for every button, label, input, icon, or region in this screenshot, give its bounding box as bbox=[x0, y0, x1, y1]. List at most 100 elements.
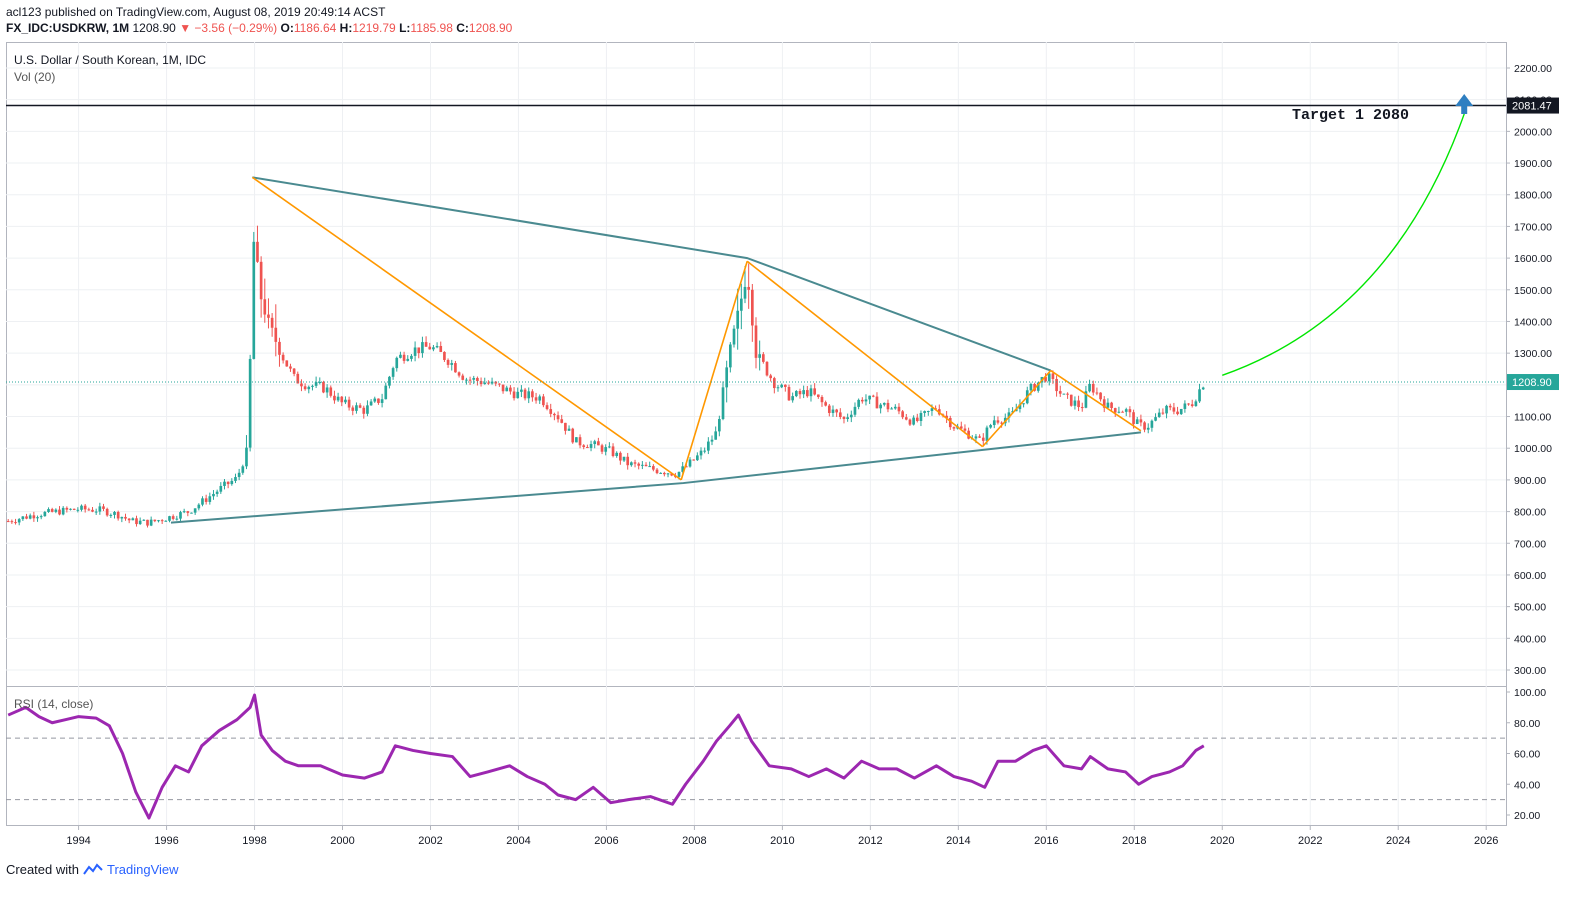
candle-body bbox=[688, 459, 692, 467]
author-link[interactable]: acl123 bbox=[6, 5, 41, 19]
candle-body bbox=[981, 437, 985, 441]
candle-body bbox=[439, 346, 443, 352]
candle-body bbox=[1117, 411, 1121, 413]
candle-body bbox=[860, 399, 864, 402]
candle-body bbox=[138, 520, 142, 525]
y-tick-label: 1300.00 bbox=[1514, 348, 1552, 360]
candle-body bbox=[1051, 373, 1055, 379]
tradingview-brand[interactable]: TradingView bbox=[107, 862, 179, 877]
candle-body bbox=[959, 426, 963, 429]
candle-body bbox=[274, 327, 278, 342]
candle-body bbox=[769, 375, 772, 379]
time-axis[interactable]: 1994 1996 1998 2000 2002 2004 2006 2008 2010 2012… bbox=[66, 826, 1498, 847]
candle-body bbox=[886, 402, 890, 410]
current-price-label: 1208.90 bbox=[1507, 374, 1559, 391]
rsi-line bbox=[7, 693, 1205, 820]
target-annotation: Target 1 2080 bbox=[1292, 107, 1409, 124]
candle-body bbox=[1088, 383, 1091, 392]
candle-body bbox=[655, 469, 659, 474]
volume-legend: Vol (20) bbox=[14, 70, 55, 84]
candle-body bbox=[421, 342, 424, 354]
price-chart[interactable]: 2200.00 2100.00 2000.00 1900.00 1800.00 1700.… bbox=[0, 0, 1587, 899]
close-value: 1208.90 bbox=[468, 21, 513, 35]
candle-body bbox=[487, 382, 490, 384]
candle-body bbox=[1033, 383, 1036, 391]
candle-body bbox=[794, 391, 798, 397]
rsi-legend: RSI (14, close) bbox=[14, 697, 93, 711]
high-label: H: bbox=[339, 21, 353, 35]
candle-body bbox=[1157, 412, 1161, 418]
x-tick-label: 1998 bbox=[242, 835, 266, 847]
candle-body bbox=[783, 384, 787, 387]
candle-body bbox=[454, 363, 457, 373]
wave-line bbox=[981, 370, 1052, 448]
candle-body bbox=[915, 417, 919, 422]
candle-body bbox=[410, 355, 413, 359]
rsi-tick-label: 20.00 bbox=[1514, 810, 1540, 822]
candle-body bbox=[124, 516, 127, 519]
candle-body bbox=[344, 399, 347, 403]
candle-body bbox=[809, 388, 813, 397]
candle-body bbox=[857, 399, 860, 407]
price-axis[interactable]: 2200.00 2100.00 2000.00 1900.00 1800.00 1700.… bbox=[1506, 63, 1552, 677]
candle-body bbox=[765, 361, 769, 376]
candle-body bbox=[1194, 401, 1198, 407]
candle-body bbox=[157, 520, 160, 522]
y-tick-label: 2000.00 bbox=[1514, 126, 1552, 138]
rsi-bands bbox=[6, 737, 1506, 801]
candle-body bbox=[267, 314, 270, 318]
candle-body bbox=[256, 241, 259, 262]
candle-body bbox=[549, 409, 553, 414]
candle-body bbox=[1150, 420, 1154, 428]
main-pane[interactable] bbox=[6, 42, 1507, 687]
candle-body bbox=[329, 387, 333, 396]
y-tick-label: 1600.00 bbox=[1514, 253, 1552, 265]
y-tick-label: 1900.00 bbox=[1514, 158, 1552, 170]
candle-body bbox=[648, 466, 652, 468]
candle-body bbox=[1121, 411, 1124, 413]
candle-body bbox=[476, 377, 479, 382]
candle-body bbox=[501, 384, 505, 392]
candle-body bbox=[1128, 409, 1132, 413]
candle-body bbox=[1179, 408, 1183, 415]
candle-body bbox=[113, 511, 116, 515]
candle-body bbox=[208, 496, 212, 502]
rsi-axis[interactable]: 100.00 80.00 60.00 40.00 20.00 bbox=[1506, 687, 1546, 822]
candle-body bbox=[153, 519, 157, 522]
rsi-tick-label: 60.00 bbox=[1514, 749, 1540, 761]
candle-body bbox=[652, 466, 655, 470]
candle-body bbox=[69, 508, 72, 510]
symbol-label[interactable]: FX_IDC:USDKRW, 1M bbox=[6, 21, 129, 35]
candle-body bbox=[714, 431, 718, 440]
candle-body bbox=[534, 397, 538, 401]
candle-body bbox=[904, 417, 908, 420]
candle-body bbox=[820, 396, 824, 403]
candle-body bbox=[32, 515, 36, 519]
candle-body bbox=[417, 347, 421, 354]
candle-body bbox=[637, 463, 641, 466]
candle-body bbox=[1154, 417, 1157, 421]
candle-body bbox=[435, 346, 439, 348]
candle-body bbox=[1058, 391, 1062, 394]
candle-body bbox=[215, 491, 219, 494]
candle-body bbox=[450, 363, 454, 365]
grid-lines bbox=[6, 42, 1506, 825]
x-tick-label: 2024 bbox=[1386, 835, 1410, 847]
candle-body bbox=[919, 413, 923, 422]
x-tick-label: 2006 bbox=[594, 835, 618, 847]
candle-body bbox=[846, 417, 849, 420]
candle-body bbox=[754, 325, 758, 358]
trendline-upper bbox=[252, 176, 1052, 372]
candle-body bbox=[105, 508, 109, 516]
candle-body bbox=[677, 471, 681, 477]
candle-body bbox=[127, 518, 131, 521]
candle-body bbox=[1000, 422, 1003, 424]
candle-body bbox=[747, 286, 751, 290]
drawing-lines bbox=[6, 104, 1506, 524]
candle-body bbox=[1040, 377, 1044, 383]
candle-body bbox=[281, 354, 285, 361]
candle-body bbox=[758, 354, 761, 358]
candle-body bbox=[234, 477, 237, 481]
candle-body bbox=[201, 498, 204, 505]
rsi-pane[interactable] bbox=[6, 686, 1507, 826]
